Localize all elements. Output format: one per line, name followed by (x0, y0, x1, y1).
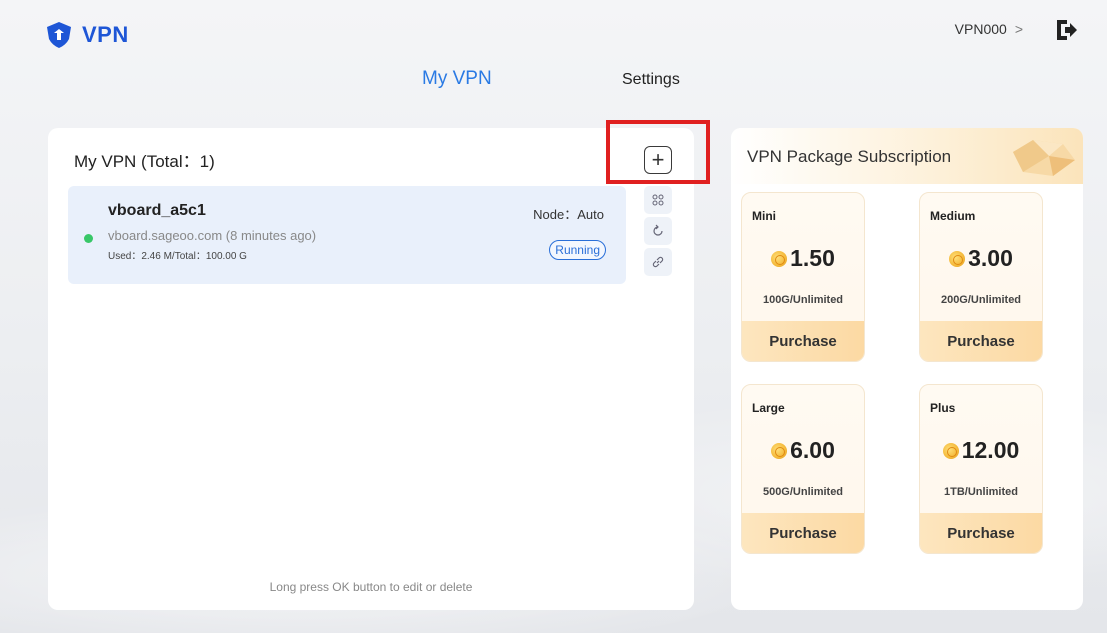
plus-icon: + (651, 147, 665, 172)
purchase-button[interactable]: Purchase (742, 513, 864, 553)
package-name: Mini (752, 209, 776, 223)
package-card-medium: Medium 3.00 200G/Unlimited Purchase (919, 192, 1043, 362)
package-desc: 500G/Unlimited (762, 486, 844, 498)
subscription-header: VPN Package Subscription (731, 128, 1083, 184)
purchase-button[interactable]: Purchase (742, 321, 864, 361)
coin-icon (771, 250, 788, 267)
logout-icon[interactable] (1053, 17, 1079, 43)
settings-icon (652, 194, 664, 206)
user-account-link[interactable]: VPN000 > (955, 21, 1023, 37)
package-price: 12.00 (920, 437, 1042, 464)
subscription-panel: VPN Package Subscription Mini 1.50 100G/… (731, 128, 1083, 610)
vpn-item-name: vboard_a5c1 (108, 202, 206, 219)
coin-icon (942, 442, 959, 459)
edit-hint: Long press OK button to edit or delete (269, 580, 473, 594)
tab-my-vpn[interactable]: My VPN (422, 68, 492, 90)
package-desc: 100G/Unlimited (762, 294, 844, 306)
my-vpn-panel: My VPN (Total：1) + vboard_a5c1 vboard.sa… (48, 128, 694, 610)
package-price-value: 6.00 (790, 437, 835, 463)
user-name: VPN000 (954, 21, 1007, 37)
subscription-title: VPN Package Subscription (747, 147, 952, 166)
package-card-mini: Mini 1.50 100G/Unlimited Purchase (741, 192, 865, 362)
package-card-large: Large 6.00 500G/Unlimited Purchase (741, 384, 865, 554)
status-badge: Running (549, 240, 606, 260)
link-action-button[interactable] (644, 248, 672, 276)
vpn-item-actions (644, 186, 672, 279)
package-name: Plus (930, 401, 956, 415)
vpn-item-usage: Used：2.46 M/Total：100.00 G (108, 251, 247, 262)
package-desc: 200G/Unlimited (940, 294, 1022, 306)
coin-icon (949, 250, 966, 267)
package-card-plus: Plus 12.00 1TB/Unlimited Purchase (919, 384, 1043, 554)
refresh-icon (653, 224, 663, 236)
package-price: 6.00 (742, 437, 864, 464)
link-icon (652, 256, 664, 268)
tab-settings[interactable]: Settings (622, 71, 680, 89)
app-logo-text: VPN (82, 22, 129, 47)
package-name: Medium (930, 209, 976, 223)
package-name: Large (752, 401, 785, 415)
vpn-item-host: vboard.sageoo.com (8 minutes ago) (108, 228, 317, 243)
online-status-dot (84, 234, 93, 243)
coin-icon (771, 442, 788, 459)
vpn-item-node: Node：Auto (533, 207, 604, 222)
refresh-action-button[interactable] (644, 217, 672, 245)
package-price: 3.00 (920, 245, 1042, 272)
settings-action-button[interactable] (644, 186, 672, 214)
app-logo: VPN (44, 20, 129, 50)
add-vpn-button[interactable]: + (644, 146, 672, 174)
gem-icon (1013, 140, 1075, 176)
vpn-shield-icon (47, 22, 71, 48)
purchase-button[interactable]: Purchase (920, 321, 1042, 361)
package-desc: 1TB/Unlimited (944, 486, 1018, 498)
package-price-value: 12.00 (961, 437, 1020, 463)
package-price: 1.50 (742, 245, 864, 272)
package-price-value: 1.50 (790, 245, 835, 271)
package-price-value: 3.00 (968, 245, 1013, 271)
purchase-button[interactable]: Purchase (920, 513, 1042, 553)
vpn-item-card[interactable]: vboard_a5c1 vboard.sageoo.com (8 minutes… (68, 186, 626, 284)
vpn-list-title: My VPN (Total：1) (74, 152, 215, 171)
chevron-right-icon: > (1014, 21, 1023, 37)
